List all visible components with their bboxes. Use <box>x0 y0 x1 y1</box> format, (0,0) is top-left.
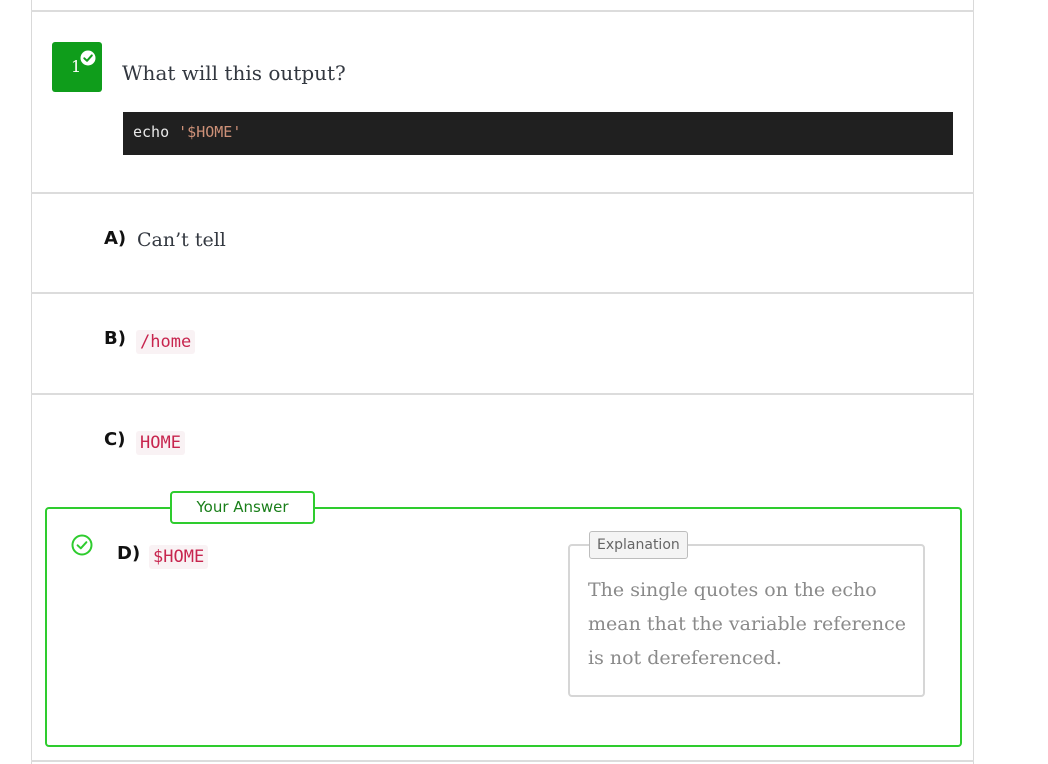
option-code: HOME <box>136 431 185 455</box>
divider <box>31 292 974 294</box>
divider <box>31 760 974 762</box>
option-letter: B) <box>104 328 126 349</box>
divider <box>31 10 974 12</box>
divider <box>31 192 974 194</box>
code-argument: '$HOME' <box>178 123 242 141</box>
question-text: What will this output? <box>122 61 346 85</box>
option-code: $HOME <box>149 545 209 569</box>
code-command: echo <box>133 123 170 141</box>
your-answer-label: Your Answer <box>170 491 315 524</box>
explanation-label: Explanation <box>589 531 688 559</box>
option-code: /home <box>136 330 196 354</box>
check-circle-icon <box>71 534 93 556</box>
question-number-badge: 1 <box>52 42 102 92</box>
option-letter: D) <box>117 543 141 564</box>
check-circle-icon <box>80 50 96 66</box>
explanation-text: The single quotes on the echo mean that … <box>588 579 907 669</box>
divider <box>31 393 974 395</box>
option-text: Can’t tell <box>137 229 226 251</box>
option-letter: C) <box>104 429 126 450</box>
code-block: echo '$HOME' <box>123 112 953 155</box>
option-letter: A) <box>104 228 127 249</box>
